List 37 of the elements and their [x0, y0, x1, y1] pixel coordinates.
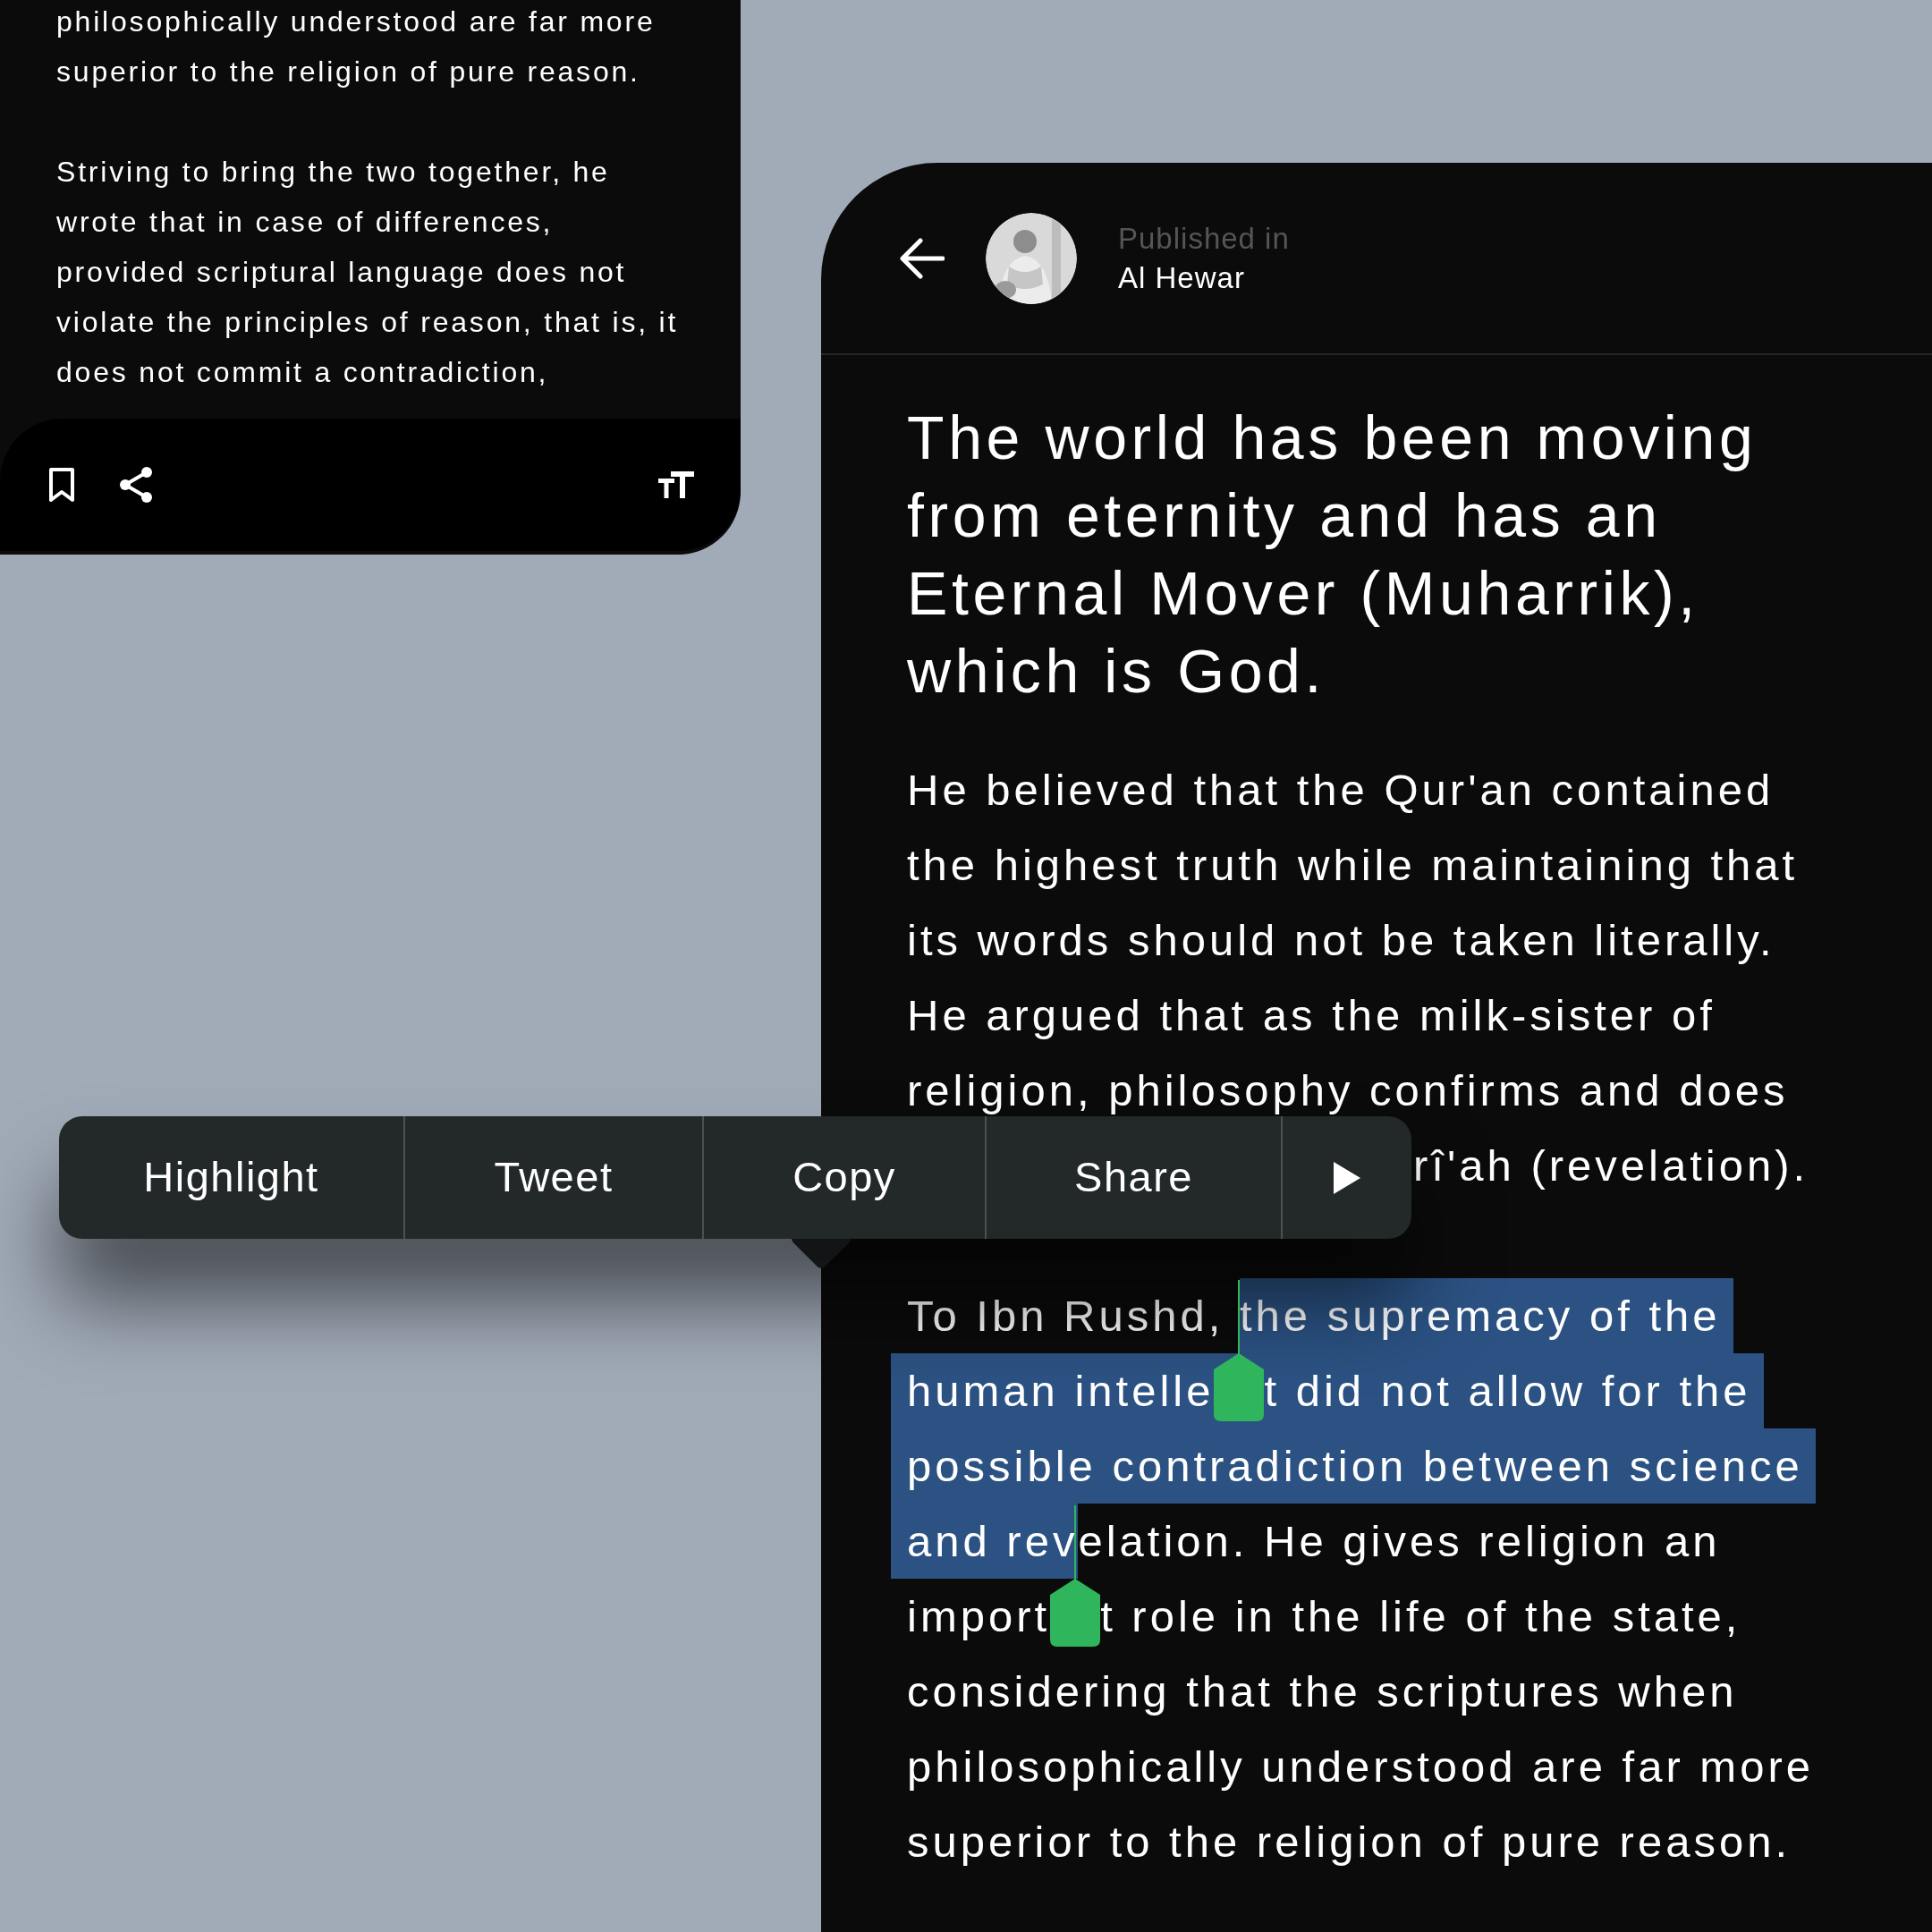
menu-item[interactable]: Tweet [405, 1116, 704, 1239]
text-line: the highest truth while maintaining that [907, 840, 1799, 891]
text-line: provided scriptural language does not [56, 255, 627, 290]
selected-text: the supremacy of the [1239, 1278, 1733, 1353]
selected-text: possible contradiction between science [891, 1428, 1816, 1504]
text-line: elation. He gives religion an [1078, 1516, 1721, 1567]
menu-item[interactable]: Share [987, 1116, 1283, 1239]
text-line: rî'ah (revelation). [1413, 1140, 1809, 1191]
menu-item[interactable]: Highlight [59, 1116, 405, 1239]
selected-text: and rev [891, 1504, 1079, 1579]
text-line: its words should not be taken literally. [907, 915, 1775, 966]
share-icon[interactable] [118, 466, 154, 504]
text-line: violate the principles of reason, that is, it [56, 305, 679, 340]
text-line: He believed that the Qur'an contained [907, 765, 1775, 816]
text-line: Striving to bring the two together, he [56, 155, 610, 190]
text-line: To Ibn Rushd, [907, 1291, 1225, 1342]
text-line: philosophically understood are far more [56, 4, 656, 39]
published-label: Published in [1118, 220, 1290, 257]
text-line: import [907, 1591, 1051, 1642]
text-line: t role in the life of the state, [1100, 1591, 1741, 1642]
article-title: The world has been moving from eternity and has an Eternal Mover (Muharrik), which is God. [907, 402, 1758, 707]
play-triangle-icon [1334, 1161, 1360, 1194]
text-line: philosophically understood are far more [907, 1741, 1814, 1792]
selected-text: t did not allow for the [1264, 1353, 1764, 1428]
back-arrow-icon[interactable] [900, 237, 945, 279]
text-line: wrote that in case of differences, [56, 205, 554, 240]
publication-name: Al Hewar [1118, 259, 1246, 296]
bookmark-icon[interactable] [48, 467, 75, 503]
selected-text: human intelle [891, 1353, 1215, 1428]
text-line: does not commit a contradiction, [56, 355, 549, 390]
text-line: superior to the religion of pure reason. [907, 1817, 1792, 1868]
text-line: superior to the religion of pure reason. [56, 55, 640, 89]
text-line: He argued that as the milk-sister of [907, 990, 1716, 1041]
text-size-icon[interactable] [658, 470, 694, 500]
text-line: considering that the scriptures when [907, 1666, 1738, 1717]
menu-item[interactable]: Copy [704, 1116, 987, 1239]
text-line: religion, philosophy confirms and does [907, 1065, 1789, 1116]
